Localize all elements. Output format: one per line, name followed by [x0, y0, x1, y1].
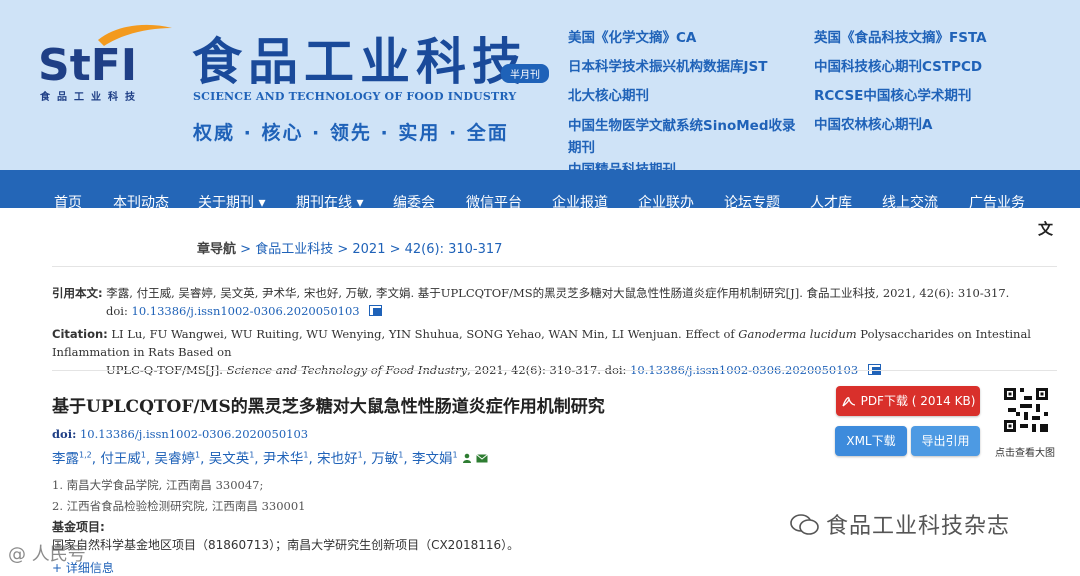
index-list-right: 英国《食品科技文摘》FSTA 中国科技核心期刊CSTPCD RCCSE中国核心学…	[814, 24, 1064, 140]
index-item: RCCSE中国核心学术期刊	[814, 88, 972, 104]
breadcrumb-issue[interactable]: 42(6): 310-317	[405, 242, 503, 257]
wechat-icon	[790, 514, 819, 535]
index-item: 北大核心期刊	[568, 88, 649, 104]
citation-cn-label: 引用本文:	[52, 286, 103, 300]
fund-label: 基金项目:	[52, 520, 105, 534]
affiliation: 1. 南昌大学食品学院, 江西南昌 330047;	[52, 478, 264, 492]
brand-name-cn: 食品工业科技	[192, 32, 528, 91]
author-link[interactable]: 宋也好1	[317, 451, 363, 468]
author-link[interactable]: 尹术华1	[263, 451, 309, 468]
divider	[52, 370, 1057, 371]
export-citation-button[interactable]: 导出引用	[911, 426, 980, 456]
citation-en-text: LI Lu, FU Wangwei, WU Ruiting, WU Wenyin…	[111, 327, 735, 341]
index-item: 日本科学技术振兴机构数据库JST	[568, 59, 768, 75]
breadcrumb-label: 章导航	[197, 242, 237, 257]
breadcrumb-journal[interactable]: 食品工业科技	[255, 242, 333, 257]
breadcrumb-sep: >	[337, 242, 353, 257]
breadcrumb-year[interactable]: 2021	[352, 242, 385, 257]
breadcrumb-sep: >	[389, 242, 405, 257]
frequency-badge: 半月刊	[501, 64, 549, 83]
author-link[interactable]: 吴睿婷1	[155, 451, 201, 468]
author-link[interactable]: 吴文英1	[209, 451, 255, 468]
copy-icon[interactable]	[369, 305, 383, 316]
pdf-download-label: PDF下载 ( 2014 KB)	[860, 394, 976, 408]
logo-text: StFI	[38, 40, 137, 82]
article-doi: doi: 10.13386/j.issn1002-0306.2020050103	[52, 427, 308, 441]
affiliation: 2. 江西省食品检验检测研究院, 江西南昌 330001	[52, 499, 306, 513]
watermark-text: 食品工业科技杂志	[826, 514, 1011, 539]
mail-icon[interactable]	[476, 454, 488, 463]
logo-subtitle: 食品工业科技	[40, 92, 142, 103]
citation-cn-doi-label: doi:	[106, 304, 128, 318]
index-item: 中国生物医学文献系统SinoMed收录期刊	[568, 118, 796, 156]
xml-download-button[interactable]: XML下载	[835, 426, 907, 456]
citation-cn: 引用本文: 李露, 付王威, 吴睿婷, 吴文英, 尹术华, 宋也好, 万敏, 李…	[52, 284, 1052, 320]
article-doi-link[interactable]: 10.13386/j.issn1002-0306.2020050103	[80, 427, 308, 441]
author-link[interactable]: 付王威1	[100, 451, 146, 468]
index-item: 中国科技核心期刊CSTPCD	[814, 59, 983, 75]
index-item: 英国《食品科技文摘》FSTA	[814, 30, 987, 46]
citation-en-label: Citation:	[52, 327, 108, 341]
qr-caption: 点击查看大图	[995, 448, 1055, 459]
author-link[interactable]: 李露1,2	[52, 451, 92, 468]
pdf-download-button[interactable]: PDF下载 ( 2014 KB)	[836, 386, 980, 416]
watermark-people: @ 人民号	[8, 544, 86, 565]
index-item: 美国《化学文摘》CA	[568, 30, 697, 46]
watermark-wechat: 食品工业科技杂志	[790, 508, 1010, 540]
site-header: StFI 食品工业科技 食品工业科技 半月刊 SCIENCE AND TECHN…	[0, 0, 1080, 178]
journal-logo[interactable]: StFI	[38, 22, 178, 82]
index-list-left: 美国《化学文摘》CA 日本科学技术振兴机构数据库JST 北大核心期刊 中国生物医…	[568, 24, 808, 181]
qr-code-image[interactable]	[1004, 388, 1048, 432]
author-list: 李露1,2, 付王威1, 吴睿婷1, 吴文英1, 尹术华1, 宋也好1, 万敏1…	[52, 447, 488, 467]
index-item: 中国农林核心期刊A	[814, 117, 933, 133]
article-doi-label: doi:	[52, 427, 77, 441]
citation-cn-doi-link[interactable]: 10.13386/j.issn1002-0306.2020050103	[132, 304, 360, 318]
slogan: 权威 · 核心 · 领先 · 实用 · 全面	[193, 122, 509, 144]
person-icon[interactable]	[462, 453, 472, 463]
pdf-icon	[841, 397, 855, 407]
article-title: 基于UPLCQTOF/MS的黑灵芝多糖对大鼠急性性肠道炎症作用机制研究	[52, 397, 605, 417]
fund-text: 国家自然科学基金地区项目（81860713）；南昌大学研究生创新项目（CX201…	[52, 538, 520, 552]
main-nav: 首页 本刊动态 关于期刊 ▾ 期刊在线 ▾ 编委会 微信平台 企业报道 企业联办…	[0, 170, 1080, 211]
breadcrumb: 章导航 > 食品工业科技 > 2021 > 42(6): 310-317	[197, 238, 502, 257]
brand-name-en: SCIENCE AND TECHNOLOGY OF FOOD INDUSTRY	[193, 90, 517, 103]
language-toggle[interactable]: 文	[1038, 218, 1053, 239]
author-link[interactable]: 李文娟1	[412, 451, 458, 468]
citation-en-species: Ganoderma lucidum	[738, 327, 857, 341]
author-link[interactable]: 万敏1	[371, 451, 403, 468]
divider	[52, 266, 1057, 267]
citation-cn-text: 李露, 付王威, 吴睿婷, 吴文英, 尹术华, 宋也好, 万敏, 李文娟. 基于…	[106, 286, 1010, 300]
breadcrumb-sep: >	[240, 242, 256, 257]
